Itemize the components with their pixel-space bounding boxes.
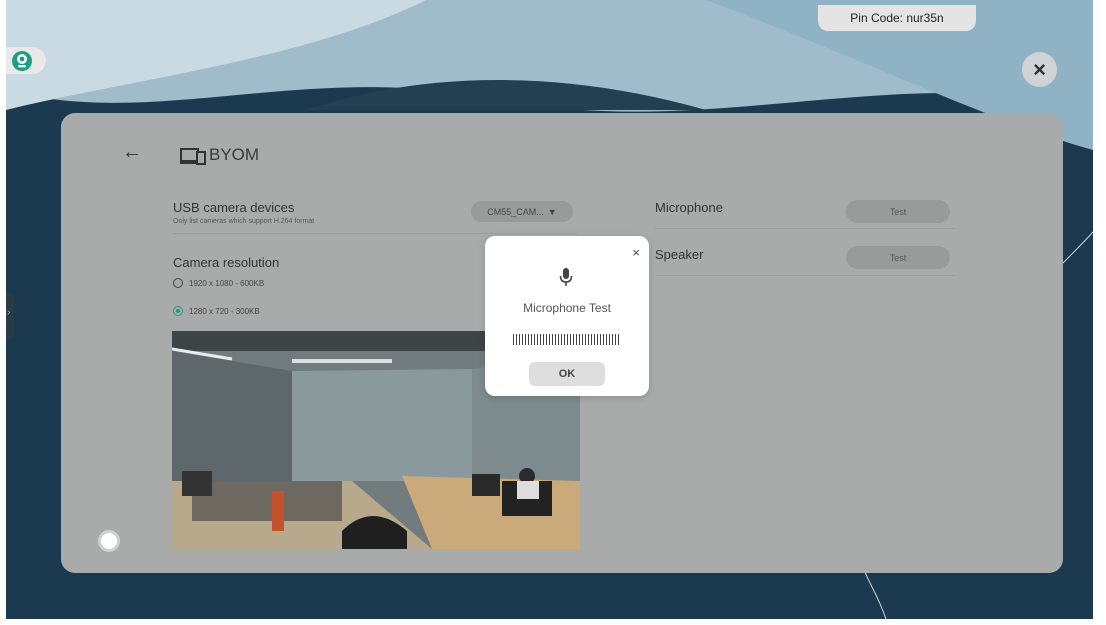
camera-device-value: CM55_CAM... bbox=[487, 206, 544, 217]
ok-button[interactable]: OK bbox=[529, 362, 605, 386]
chevron-right-icon: › bbox=[7, 307, 11, 318]
camera-resolution-label: Camera resolution bbox=[173, 255, 280, 270]
microphone-level-meter bbox=[513, 334, 620, 345]
screen: Pin Code: nur35n × › ← BYOM USB camera d… bbox=[6, 0, 1093, 619]
devices-icon bbox=[180, 148, 206, 165]
back-arrow-icon: ← bbox=[122, 141, 142, 163]
close-icon: × bbox=[1033, 56, 1046, 82]
divider bbox=[655, 228, 955, 229]
resolution-option-label: 1280 x 720 - 300KB bbox=[189, 306, 260, 316]
dialog-title: Microphone Test bbox=[523, 301, 611, 315]
divider bbox=[655, 275, 955, 276]
dialog-close-button[interactable]: × bbox=[632, 245, 640, 260]
webcam-icon bbox=[12, 50, 32, 71]
back-button[interactable]: ← bbox=[122, 141, 142, 164]
record-button-icon[interactable] bbox=[98, 530, 120, 552]
speaker-label: Speaker bbox=[655, 247, 704, 262]
radio-checked[interactable] bbox=[173, 306, 183, 316]
pin-code-badge: Pin Code: nur35n bbox=[818, 5, 976, 31]
resolution-option-720[interactable]: 1280 x 720 - 300KB bbox=[173, 306, 260, 316]
resolution-option-label: 1920 x 1080 - 600KB bbox=[189, 278, 265, 288]
speaker-test-button[interactable]: Test bbox=[846, 246, 950, 269]
microphone-icon bbox=[559, 268, 573, 286]
usb-camera-hint: Only list cameras which support H.264 fo… bbox=[173, 218, 315, 225]
microphone-label: Microphone bbox=[655, 200, 723, 215]
radio-unchecked[interactable] bbox=[173, 278, 183, 288]
page-title: BYOM bbox=[209, 145, 260, 164]
usb-camera-label: USB camera devices bbox=[173, 200, 295, 215]
microphone-test-dialog: × Microphone Test OK bbox=[485, 236, 649, 396]
close-button[interactable]: × bbox=[1022, 52, 1057, 87]
side-drawer-handle[interactable]: › bbox=[6, 292, 14, 340]
camera-device-dropdown[interactable]: CM55_CAM... ▼ bbox=[471, 201, 573, 222]
resolution-option-1080[interactable]: 1920 x 1080 - 600KB bbox=[173, 278, 264, 288]
divider bbox=[173, 233, 577, 234]
webcam-toggle-button[interactable] bbox=[6, 47, 46, 74]
microphone-test-button[interactable]: Test bbox=[846, 200, 950, 223]
caret-down-icon: ▼ bbox=[547, 206, 557, 217]
